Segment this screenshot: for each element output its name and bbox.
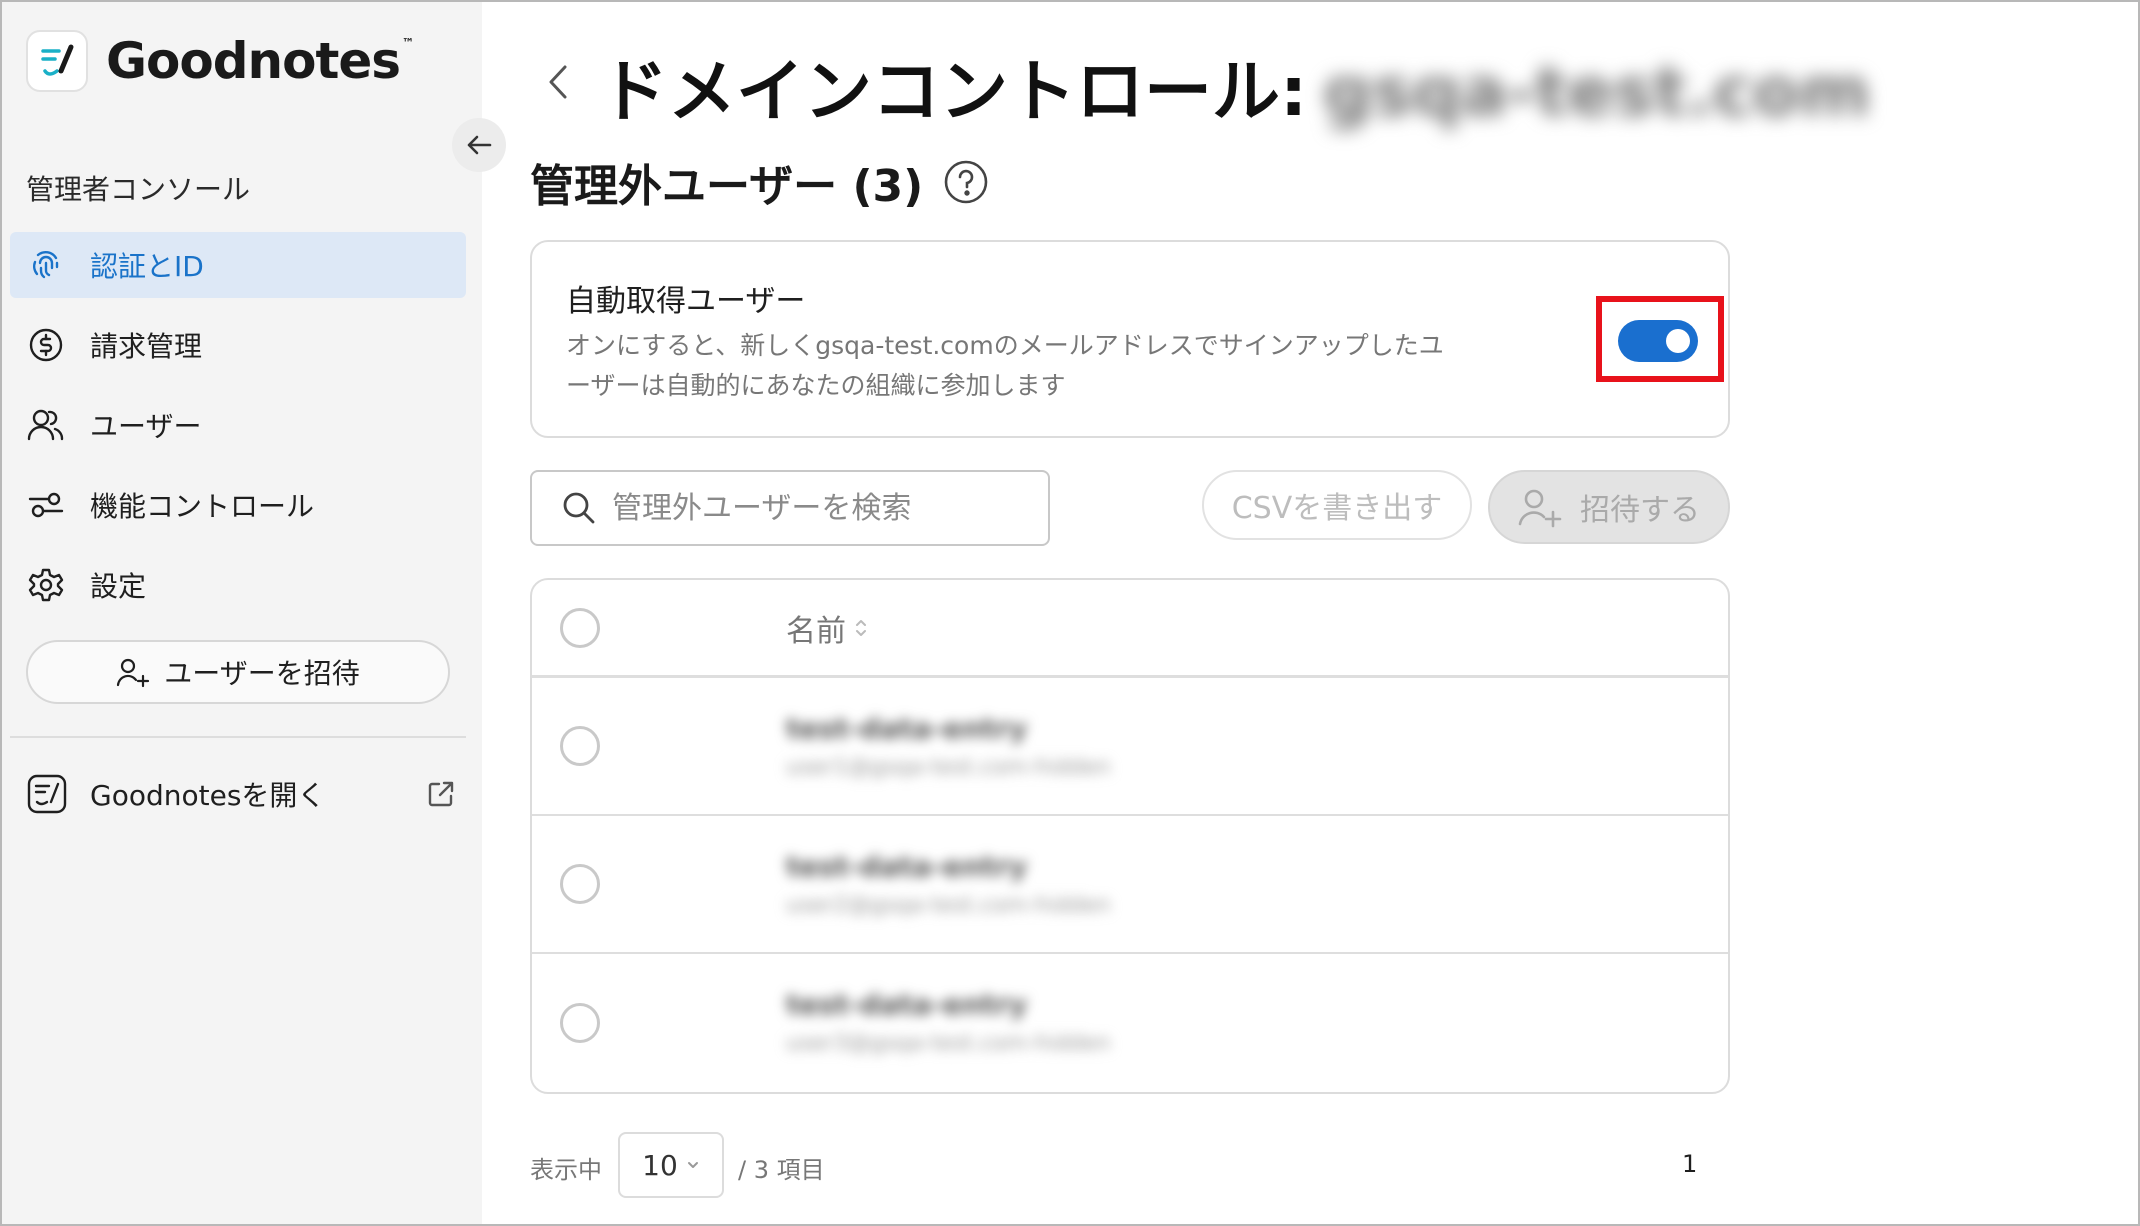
domain-name-blurred: gsqa-test.com [1323, 53, 1871, 132]
sidebar-divider [10, 736, 466, 738]
auto-capture-title: 自動取得ユーザー [566, 284, 806, 319]
page-number-1[interactable]: 1 [1682, 1150, 1697, 1178]
user-email: user2@gsqa-test.com-hidden [786, 893, 1111, 918]
open-goodnotes-link[interactable]: Goodnotesを開く [26, 766, 456, 822]
sidebar-item-label: ユーザー [90, 410, 202, 443]
table-row[interactable]: test-data-entry user2@gsqa-test.com-hidd… [532, 816, 1728, 954]
page-title-text: ドメインコントロール: [600, 53, 1308, 132]
arrow-left-icon [467, 135, 492, 155]
external-link-icon [426, 779, 456, 809]
sidebar-item-settings[interactable]: 設定 [10, 552, 466, 618]
goodnotes-logo-icon [26, 30, 88, 92]
invite-button[interactable]: 招待する [1488, 470, 1730, 544]
auto-capture-toggle[interactable] [1618, 320, 1698, 362]
sidebar-item-label: 設定 [90, 570, 147, 603]
page-size-select[interactable]: 10 [618, 1132, 724, 1198]
row-checkbox[interactable] [560, 864, 600, 904]
help-icon[interactable] [943, 159, 989, 205]
goodnotes-app-icon [26, 773, 68, 815]
sidebar-item-feature-controls[interactable]: 機能コントロール [10, 472, 466, 538]
name-header-label: 名前 [786, 613, 846, 649]
collapse-sidebar-button[interactable] [452, 118, 506, 172]
user-cell-blurred: test-data-entry user3@gsqa-test.com-hidd… [786, 988, 1110, 1056]
row-checkbox[interactable] [560, 1003, 600, 1043]
unmanaged-users-title: 管理外ユーザー (3) [530, 161, 924, 212]
chevron-left-icon [549, 65, 567, 99]
page-size-value: 10 [642, 1148, 678, 1182]
sliders-icon [26, 485, 66, 525]
search-field[interactable] [530, 470, 1050, 546]
name-column-header[interactable]: 名前 [786, 606, 868, 650]
back-button[interactable] [540, 58, 576, 106]
invite-label: 招待する [1580, 493, 1700, 528]
sort-icon [854, 616, 868, 640]
user-name: test-data-entry [786, 988, 1028, 1021]
total-items-label: / 3 項目 [738, 1156, 825, 1184]
sidebar-item-label: 請求管理 [90, 330, 203, 363]
showing-label: 表示中 [530, 1156, 602, 1184]
fingerprint-icon [26, 245, 66, 285]
table-header: 名前 [532, 580, 1728, 678]
sidebar-item-label: 機能コントロール [90, 490, 315, 523]
toggle-knob [1666, 329, 1690, 353]
auto-capture-description: オンにすると、新しくgsqa-test.comのメールアドレスでサインアップした… [566, 326, 1566, 406]
users-icon [26, 405, 66, 445]
export-csv-button[interactable]: CSVを書き出す [1202, 470, 1472, 540]
invite-user-label: ユーザーを招待 [164, 657, 360, 690]
select-all-checkbox[interactable] [560, 607, 600, 648]
invite-user-sidebar-button[interactable]: ユーザーを招待 [26, 640, 450, 704]
sidebar-item-billing[interactable]: 請求管理 [10, 312, 466, 378]
table-row[interactable]: test-data-entry user1@gsqa-test.com-hidd… [532, 678, 1728, 816]
sidebar: Goodnotes ™ 管理者コンソール 認証とID 請求管理 ユーザー 機能コ… [0, 0, 482, 1226]
add-user-icon [116, 656, 150, 688]
user-cell-blurred: test-data-entry user1@gsqa-test.com-hidd… [786, 712, 1110, 780]
description-line: オンにすると、新しくgsqa-test.comのメールアドレスでサインアップした… [566, 331, 1444, 360]
dollar-circle-icon [26, 325, 66, 365]
row-checkbox[interactable] [560, 726, 600, 766]
page-title: ドメインコントロール: gsqa-test.com [600, 36, 1870, 135]
user-cell-blurred: test-data-entry user2@gsqa-test.com-hidd… [786, 850, 1110, 918]
table-row[interactable]: test-data-entry user3@gsqa-test.com-hidd… [532, 954, 1728, 1092]
sidebar-item-users[interactable]: ユーザー [10, 392, 466, 458]
users-table: 名前 test-data-entry user1@gsqa-test.com-h… [530, 578, 1730, 1094]
chevron-down-icon [686, 1160, 700, 1170]
sidebar-item-label: 認証とID [90, 250, 204, 283]
section-title: 管理外ユーザー (3) [530, 150, 989, 214]
gear-icon [26, 565, 66, 605]
user-name: test-data-entry [786, 850, 1028, 883]
add-user-icon [1518, 486, 1562, 528]
open-goodnotes-label: Goodnotesを開く [90, 779, 326, 812]
admin-console-title: 管理者コンソール [26, 173, 251, 206]
user-email: user1@gsqa-test.com-hidden [786, 755, 1111, 780]
user-email: user3@gsqa-test.com-hidden [786, 1031, 1111, 1056]
auto-capture-card: 自動取得ユーザー オンにすると、新しくgsqa-test.comのメールアドレス… [530, 240, 1730, 438]
sidebar-item-auth-id[interactable]: 認証とID [10, 232, 466, 298]
search-input[interactable] [612, 490, 1032, 526]
description-line: ーザーは自動的にあなたの組織に参加します [566, 371, 1066, 400]
logo-text: Goodnotes ™ [106, 32, 414, 90]
app-logo[interactable]: Goodnotes ™ [26, 30, 414, 92]
search-icon [563, 492, 595, 524]
user-name: test-data-entry [786, 712, 1028, 745]
sidebar-nav: 認証とID 請求管理 ユーザー 機能コントロール 設定 [10, 232, 466, 632]
